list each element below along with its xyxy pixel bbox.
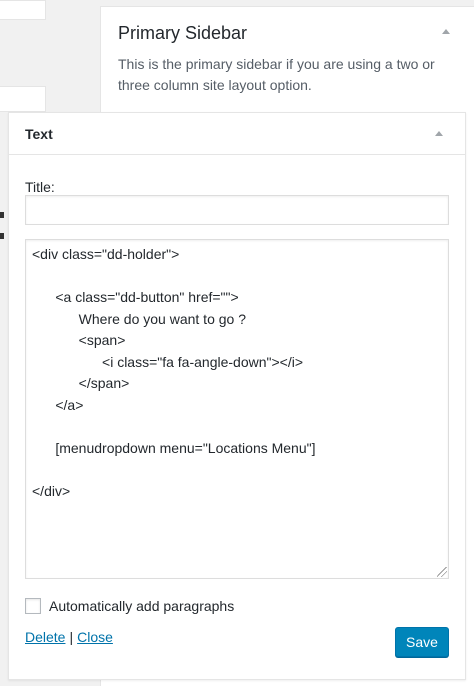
auto-paragraphs-label[interactable]: Automatically add paragraphs: [49, 598, 234, 614]
title-input[interactable]: [25, 195, 449, 225]
widget-header[interactable]: Text: [9, 113, 465, 155]
title-field-label: Title:: [25, 179, 55, 195]
sidebar-description: This is the primary sidebar if you are u…: [118, 56, 435, 93]
save-button[interactable]: Save: [395, 627, 449, 657]
background-widget-block: [0, 86, 46, 112]
widget-control-actions: Delete | Close: [25, 629, 113, 645]
close-link[interactable]: Close: [77, 629, 113, 645]
arrow-up-icon[interactable]: [435, 131, 443, 136]
sidebar-title[interactable]: Primary Sidebar: [118, 23, 247, 44]
edge-marker: [0, 212, 4, 218]
arrow-up-icon[interactable]: [442, 29, 450, 34]
text-widget: Text Title: <div class="dd-holder"> <a c…: [8, 112, 466, 680]
delete-link[interactable]: Delete: [25, 629, 65, 645]
auto-paragraphs-option[interactable]: Automatically add paragraphs: [25, 597, 234, 615]
action-separator: |: [69, 629, 74, 645]
edge-marker: [0, 233, 4, 239]
auto-paragraphs-checkbox[interactable]: [25, 598, 41, 614]
widget-title[interactable]: Text: [25, 126, 53, 142]
background-widget-block: [0, 0, 46, 20]
widget-content-textarea[interactable]: <div class="dd-holder"> <a class="dd-but…: [25, 239, 449, 579]
resize-handle-icon[interactable]: [437, 567, 447, 577]
